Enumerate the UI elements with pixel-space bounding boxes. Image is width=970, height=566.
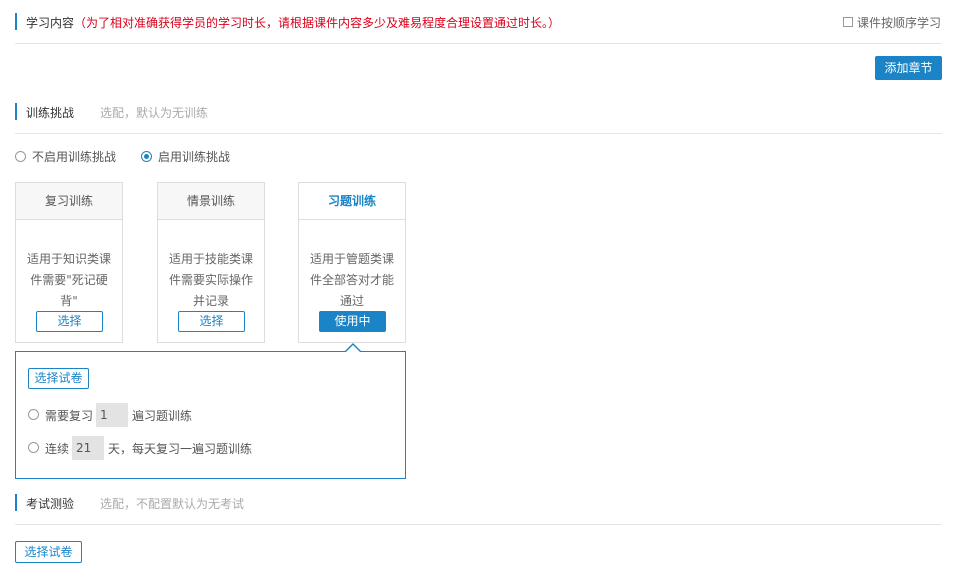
card-title: 情景训练 xyxy=(158,183,264,220)
card-exercise-training: 习题训练 适用于管题类课 件全部答对才能 通过 使用中 xyxy=(298,182,406,343)
sequential-study-label: 课件按顺序学习 xyxy=(857,16,942,30)
in-use-button[interactable]: 使用中 xyxy=(319,311,386,332)
card-description: 适用于技能类课 件需要实际操作 并记录 xyxy=(166,249,256,312)
card-title: 习题训练 xyxy=(299,183,405,220)
add-chapter-button[interactable]: 添加章节 xyxy=(875,56,942,80)
card-desc-line: 并记录 xyxy=(192,294,229,308)
exam-select-paper-button[interactable]: 选择试卷 xyxy=(15,541,82,563)
radio-circle-selected[interactable] xyxy=(141,151,152,162)
card-desc-line: 适用于知识类课 xyxy=(26,252,111,266)
exam-hint: 选配，不配置默认为无考试 xyxy=(100,497,245,511)
review-times-input[interactable] xyxy=(96,403,128,427)
card-desc-line: 适用于管题类课 xyxy=(309,252,394,266)
radio-circle[interactable] xyxy=(28,442,39,453)
card-description: 适用于管题类课 件全部答对才能 通过 xyxy=(307,249,397,312)
section-marker xyxy=(15,103,17,120)
panel-pointer-fill xyxy=(346,345,360,352)
exercise-options-panel: 选择试卷 需要复习 遍习题训练 连续 天，每天复习一遍习题训练 xyxy=(15,351,406,479)
option-prefix: 连续 xyxy=(45,442,70,456)
card-description: 适用于知识类课 件需要"死记硬 背" xyxy=(24,249,114,312)
section-marker xyxy=(15,13,17,30)
select-scenario-training-button[interactable]: 选择 xyxy=(178,311,245,332)
consecutive-days-input[interactable] xyxy=(72,436,104,460)
card-review-training: 复习训练 适用于知识类课 件需要"死记硬 背" 选择 xyxy=(15,182,123,343)
radio-circle[interactable] xyxy=(28,409,39,420)
card-title: 复习训练 xyxy=(16,183,122,220)
card-desc-line: 件需要实际操作 xyxy=(168,273,253,287)
exam-title: 考试测验 xyxy=(26,497,75,511)
card-desc-line: 件需要"死记硬 xyxy=(30,273,108,287)
option-consecutive-days[interactable]: 连续 天，每天复习一遍习题训练 xyxy=(28,436,288,460)
option-prefix: 需要复习 xyxy=(45,409,94,423)
divider xyxy=(15,524,942,525)
select-review-training-button[interactable]: 选择 xyxy=(36,311,103,332)
option-review-times[interactable]: 需要复习 遍习题训练 xyxy=(28,403,228,427)
radio-enable-training[interactable]: 启用训练挑战 xyxy=(141,148,241,164)
radio-circle[interactable] xyxy=(15,151,26,162)
checkbox-box[interactable] xyxy=(843,17,853,27)
card-desc-line: 背" xyxy=(60,294,78,308)
sequential-study-checkbox[interactable]: 课件按顺序学习 xyxy=(843,14,943,30)
option-suffix: 天，每天复习一遍习题训练 xyxy=(108,442,253,456)
training-title: 训练挑战 xyxy=(26,106,75,120)
radio-enable-label: 启用训练挑战 xyxy=(158,150,231,164)
study-content-title: 学习内容 xyxy=(26,16,75,30)
divider xyxy=(15,43,942,44)
study-content-note: （为了相对准确获得学员的学习时长，请根据课件内容多少及难易程度合理设置通过时长。… xyxy=(74,16,561,30)
card-scenario-training: 情景训练 适用于技能类课 件需要实际操作 并记录 选择 xyxy=(157,182,265,343)
card-desc-line: 通过 xyxy=(339,294,364,308)
divider xyxy=(15,133,942,134)
radio-disable-label: 不启用训练挑战 xyxy=(32,150,117,164)
option-suffix: 遍习题训练 xyxy=(132,409,193,423)
radio-disable-training[interactable]: 不启用训练挑战 xyxy=(15,148,125,164)
section-marker xyxy=(15,494,17,511)
panel-select-paper-button[interactable]: 选择试卷 xyxy=(28,368,89,389)
training-hint: 选配，默认为无训练 xyxy=(100,106,209,120)
card-desc-line: 件全部答对才能 xyxy=(309,273,394,287)
card-desc-line: 适用于技能类课 xyxy=(168,252,253,266)
